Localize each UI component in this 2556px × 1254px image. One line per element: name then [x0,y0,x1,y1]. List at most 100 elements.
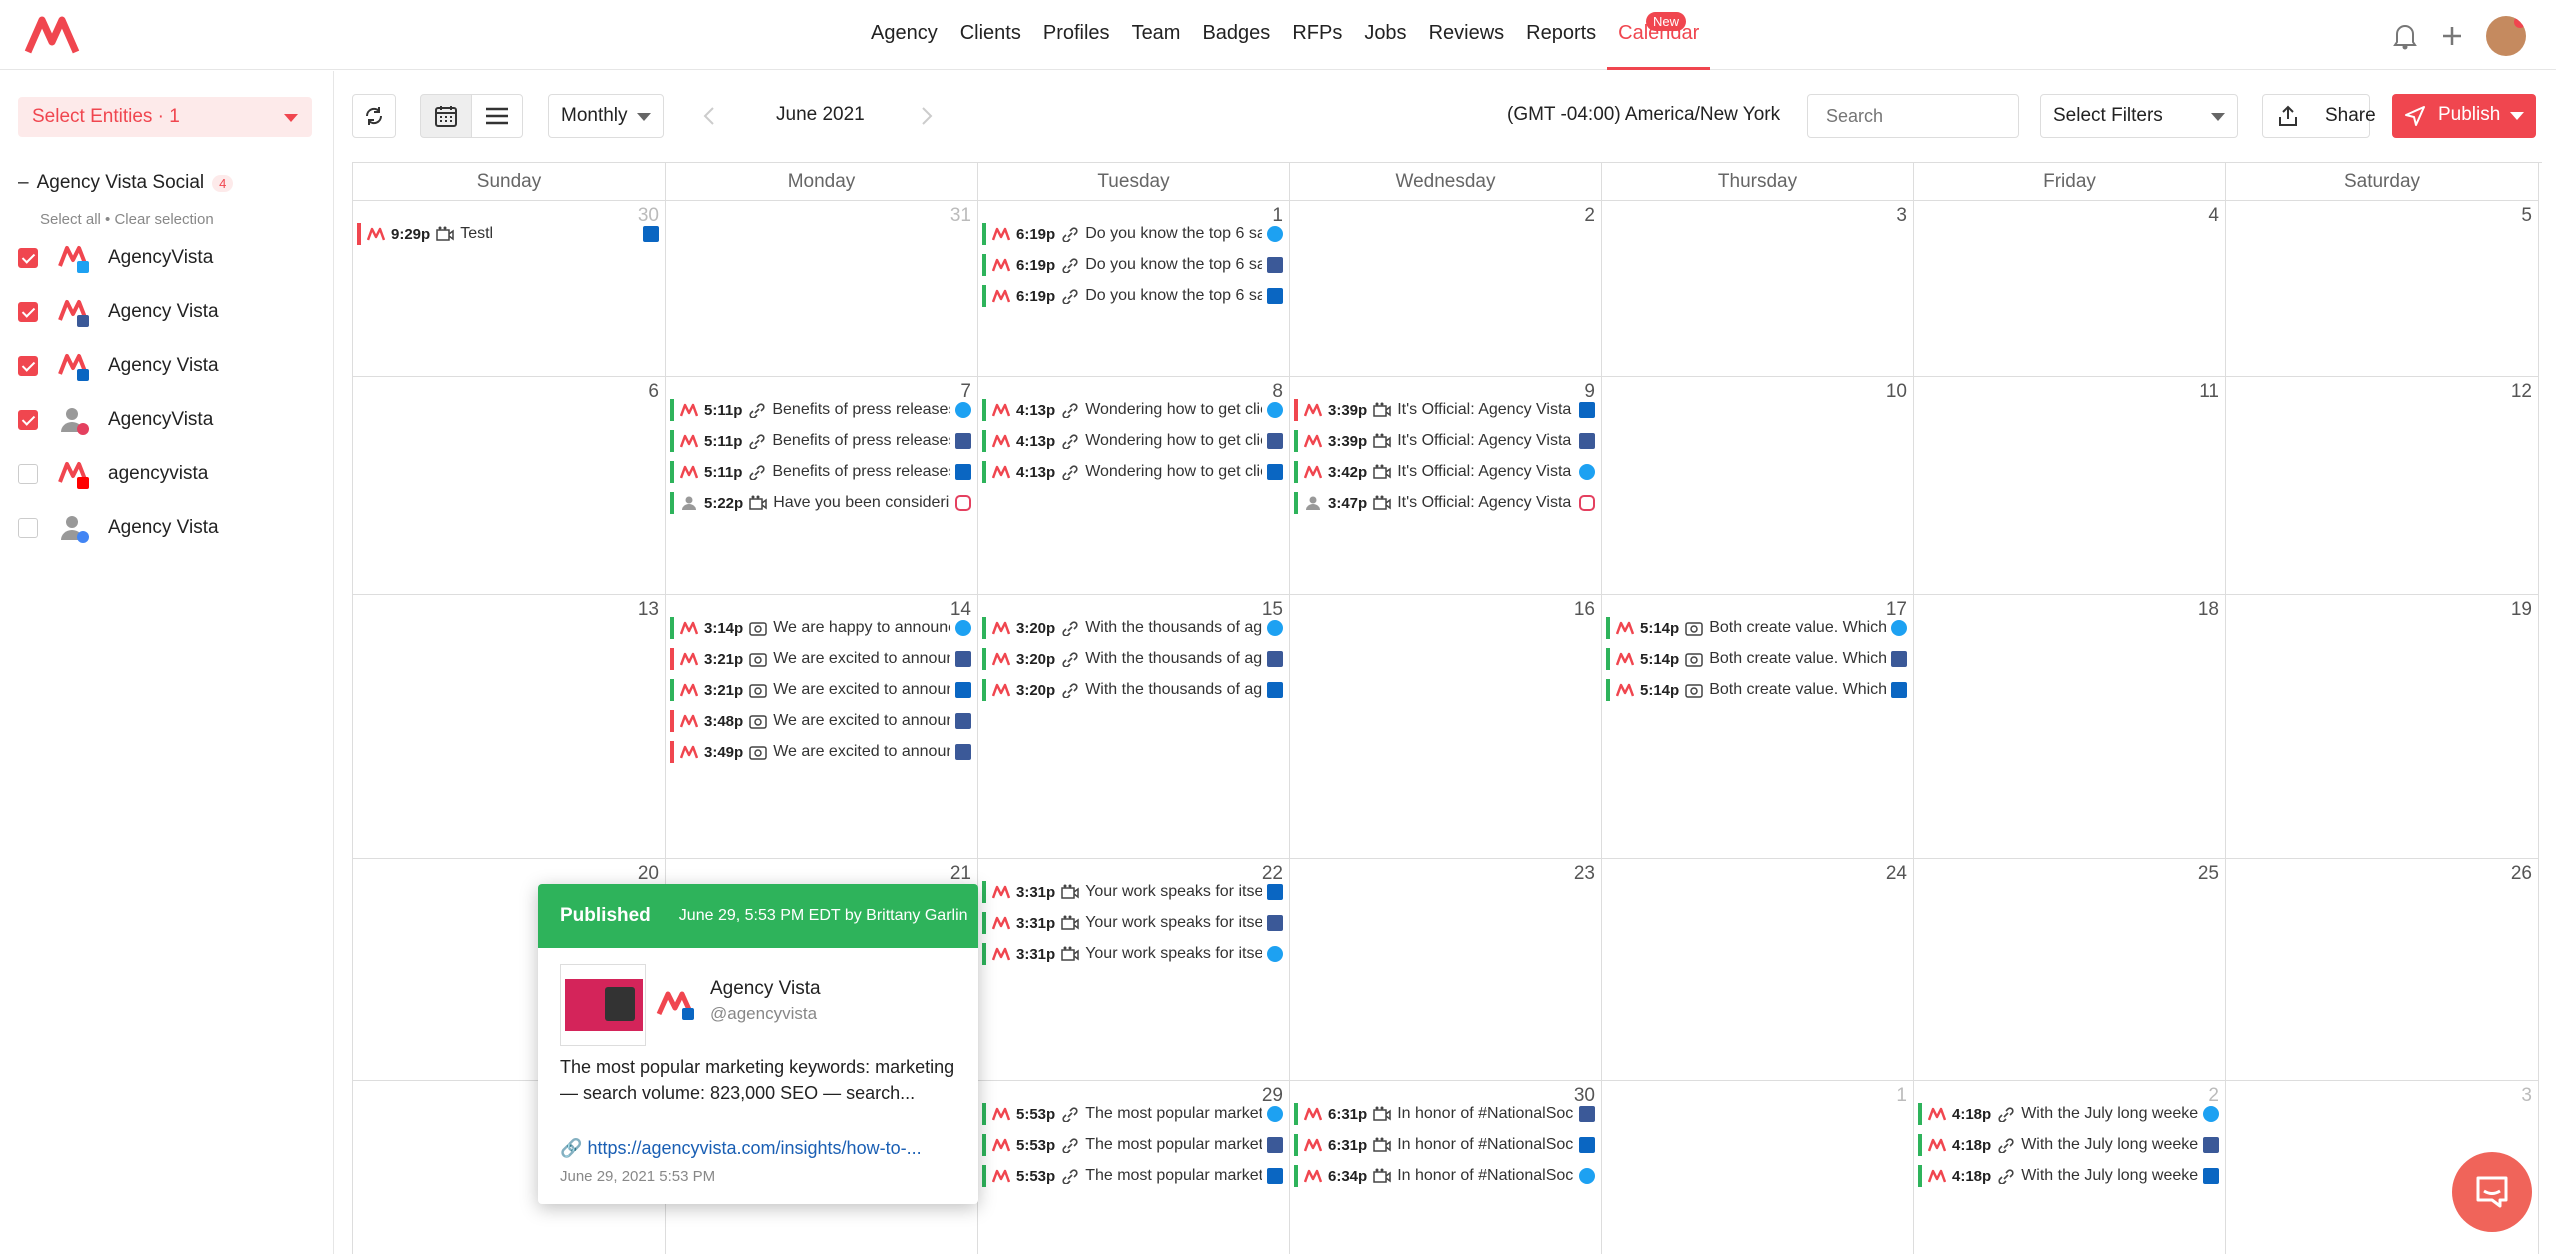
scheduled-post[interactable]: 3:20p With the thousands of agencies [982,646,1262,672]
nav-link-calendar[interactable]: Calendar [1607,0,1711,70]
scheduled-post[interactable]: 6:34p In honor of #NationalSocial [1294,1163,1574,1189]
day-cell[interactable]: 8 4:13p Wondering how to get clients 4:13p W… [978,377,1290,595]
scheduled-post[interactable]: 3:21p We are excited to announce [670,646,950,672]
scheduled-post[interactable]: 4:13p Wondering how to get clients [982,459,1262,485]
list-view-button[interactable] [471,94,523,138]
entity-item[interactable]: AgencyVista [18,231,318,285]
nav-link-profiles[interactable]: Profiles [1032,0,1121,70]
share-button[interactable]: Share [2262,94,2376,138]
day-cell[interactable]: 153:20pWith the thousands of agencies3:2… [978,595,1290,859]
scheduled-post[interactable]: 4:18p With the July long weekend [1918,1132,2198,1158]
scheduled-post[interactable]: 3:31p Your work speaks for itself. [982,910,1262,936]
select-filters-dropdown[interactable]: Select Filters [2040,94,2238,138]
day-cell[interactable]: 16 [1290,595,1602,859]
day-cell[interactable]: 11 [1914,377,2226,595]
day-cell[interactable]: 13 [353,595,666,859]
entity-item[interactable]: Agency Vista [18,285,318,339]
day-cell[interactable]: 4 [1914,201,2226,377]
plus-icon[interactable] [2440,24,2464,48]
scheduled-post[interactable]: 4:13p Wondering how to get clients [982,397,1262,423]
scheduled-post[interactable]: 3:48p We are excited to announce [670,708,950,734]
day-cell[interactable]: 12 [2226,377,2539,595]
day-cell[interactable]: 18 [1914,595,2226,859]
scheduled-post[interactable]: 5:11p Benefits of press releases for [670,459,950,485]
scheduled-post[interactable]: 3:20p With the thousands of agencies [982,677,1262,703]
scheduled-post[interactable]: 6:19p Do you know the top 6 sales [982,283,1262,309]
nav-link-rfps[interactable]: RFPs [1281,0,1353,70]
calendar-view-button[interactable] [420,94,472,138]
select-all-link[interactable]: Select all [40,211,101,228]
day-cell[interactable]: 3 [1602,201,1914,377]
entity-item[interactable]: AgencyVista [18,393,318,447]
publish-button[interactable]: Publish [2392,94,2536,138]
entity-checkbox[interactable] [18,356,38,376]
scheduled-post[interactable]: 4:18p With the July long weekend [1918,1163,2198,1189]
agency-vista-logo[interactable] [24,12,84,58]
view-mode-select[interactable]: Monthly [548,94,664,138]
day-cell[interactable]: 31 [666,201,978,377]
day-cell[interactable]: 2 4:18p With the July long weekend 4:18p Wit… [1914,1081,2226,1254]
nav-link-badges[interactable]: Badges [1191,0,1281,70]
scheduled-post[interactable]: 5:14p Both create value. Which one [1606,615,1886,641]
scheduled-post[interactable]: 4:13p Wondering how to get clients [982,428,1262,454]
day-cell[interactable]: 26 [2226,859,2539,1081]
entity-checkbox[interactable] [18,410,38,430]
nav-link-jobs[interactable]: Jobs [1353,0,1417,70]
clear-selection-link[interactable]: Clear selection [114,211,213,228]
entity-checkbox[interactable] [18,302,38,322]
day-cell[interactable]: 19 [2226,595,2539,859]
day-cell[interactable]: 5 [2226,201,2539,377]
day-cell[interactable]: 29 5:53p The most popular marketing 5:53p Th… [978,1081,1290,1254]
day-cell[interactable]: 22 3:31p Your work speaks for itself. 3:31p… [978,859,1290,1081]
scheduled-post[interactable]: 5:22p Have you been considering [670,490,950,516]
day-cell[interactable]: 25 [1914,859,2226,1081]
scheduled-post[interactable]: 4:18p With the July long weekend [1918,1101,2198,1127]
scheduled-post[interactable]: 3:39p It's Official: Agency Vista has [1294,397,1574,423]
nav-link-team[interactable]: Team [1121,0,1192,70]
scheduled-post[interactable]: 3:49p We are excited to announce [670,739,950,765]
day-cell[interactable]: 24 [1602,859,1914,1081]
entity-checkbox[interactable] [18,248,38,268]
scheduled-post[interactable]: 3:42p It's Official: Agency Vista has [1294,459,1574,485]
day-cell[interactable]: 23 [1290,859,1602,1081]
entity-checkbox[interactable] [18,518,38,538]
scheduled-post[interactable]: 3:31p Your work speaks for itself. [982,879,1262,905]
scheduled-post[interactable]: 6:31p In honor of #NationalSocial [1294,1132,1574,1158]
nav-link-reports[interactable]: Reports [1515,0,1607,70]
scheduled-post[interactable]: 6:19p Do you know the top 6 sales [982,252,1262,278]
scheduled-post[interactable]: 5:53p The most popular marketing [982,1163,1262,1189]
prev-month-icon[interactable] [702,106,716,126]
scheduled-post[interactable]: 9:29p Testl [357,221,638,247]
scheduled-post[interactable]: 3:39p It's Official: Agency Vista has [1294,428,1574,454]
scheduled-post[interactable]: 6:31p In honor of #NationalSocial [1294,1101,1574,1127]
post-thumbnail[interactable] [560,964,646,1046]
scheduled-post[interactable]: 5:14p Both create value. Which one [1606,677,1886,703]
next-month-icon[interactable] [920,106,934,126]
scheduled-post[interactable]: 5:11p Benefits of press releases for [670,397,950,423]
scheduled-post[interactable]: 3:21p We are excited to announce [670,677,950,703]
day-cell[interactable]: 14 3:14p We are happy to announce 3:21p We a… [666,595,978,859]
scheduled-post[interactable]: 5:11p Benefits of press releases for [670,428,950,454]
post-link[interactable]: 🔗 https://agencyvista.com/insights/how-t… [560,1138,922,1159]
nav-link-reviews[interactable]: Reviews [1418,0,1516,70]
refresh-button[interactable] [352,94,396,138]
scheduled-post[interactable]: 3:47p It's Official: Agency Vista has [1294,490,1574,516]
entity-group-title[interactable]: – Agency Vista Social 4 [18,172,234,194]
scheduled-post[interactable]: 3:20p With the thousands of agencies [982,615,1262,641]
day-cell[interactable]: 93:39pIt's Official: Agency Vista has3:3… [1290,377,1602,595]
timezone-label[interactable]: (GMT -04:00) America/New York [1507,104,1780,126]
day-cell[interactable]: 1 [1602,1081,1914,1254]
day-cell[interactable]: 1 6:19p Do you know the top 6 sales 6:19p Do… [978,201,1290,377]
scheduled-post[interactable]: 5:53p The most popular marketing [982,1132,1262,1158]
bell-icon[interactable] [2392,22,2418,50]
scheduled-post[interactable]: 3:31p Your work speaks for itself. [982,941,1262,967]
day-cell[interactable]: 30 9:29p Testl [353,201,666,377]
scheduled-post[interactable]: 5:14p Both create value. Which one [1606,646,1886,672]
entity-checkbox[interactable] [18,464,38,484]
search-input[interactable] [1807,94,2019,138]
nav-link-clients[interactable]: Clients [949,0,1032,70]
user-avatar[interactable] [2486,16,2526,56]
chat-launcher-button[interactable] [2452,1152,2532,1232]
scheduled-post[interactable]: 6:19p Do you know the top 6 sales [982,221,1262,247]
day-cell[interactable]: 30 6:31p In honor of #NationalSocial 6:31p I… [1290,1081,1602,1254]
